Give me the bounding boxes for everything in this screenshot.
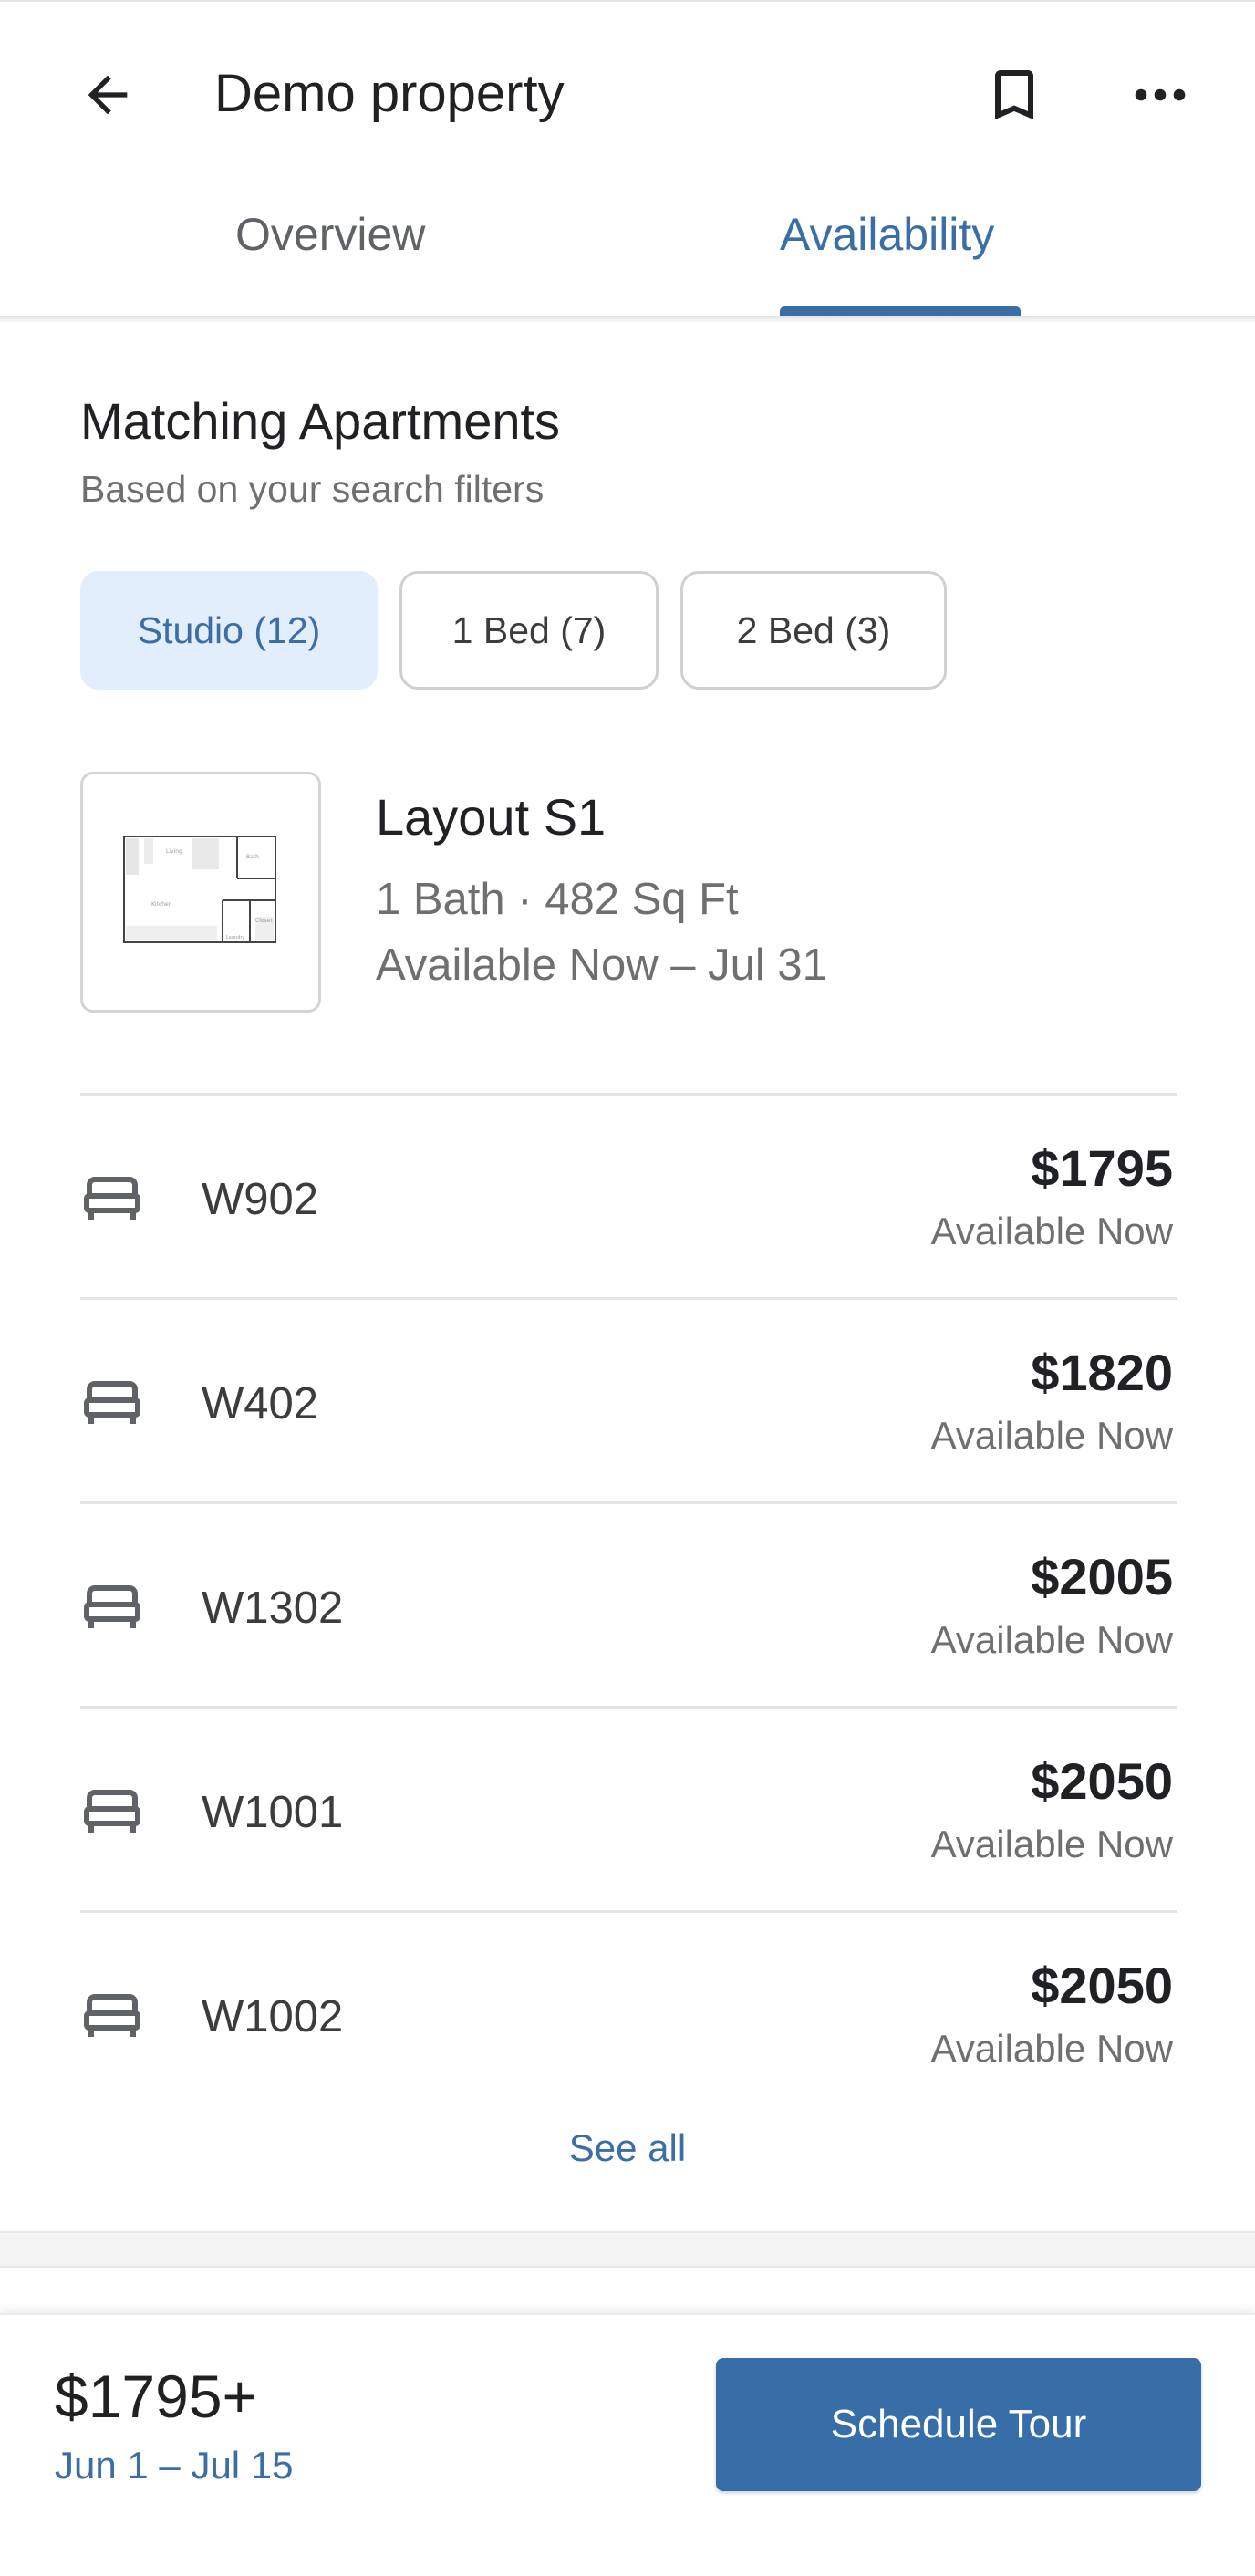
unit-status: Available Now [930,1210,1173,1252]
unit-row[interactable]: W1302 $2005 Available Now [80,1501,1177,1706]
starting-price: $1795+ [55,2363,258,2430]
back-arrow-icon [88,75,128,115]
layout-details: 1 Bath · 482 Sq Ft [376,875,739,924]
unit-name: W902 [202,1175,319,1224]
svg-text:Laundry: Laundry [226,935,244,940]
bed-icon [80,1575,144,1639]
unit-name: W1001 [202,1788,344,1837]
filter-chip-1-bed[interactable]: 1 Bed (7) [399,571,659,690]
bed-icon [80,1780,144,1844]
unit-row[interactable]: W1001 $2050 Available Now [80,1706,1177,1910]
unit-status: Available Now [930,1618,1173,1661]
unit-price: $2050 [1031,1752,1173,1810]
floorplan-thumbnail[interactable]: Living Bath Kitchen Closet Laundry [80,772,321,1013]
active-tab-indicator [780,306,1021,316]
bookmark-button[interactable] [969,49,1060,140]
app-bar: Demo property [0,2,1255,184]
date-range[interactable]: Jun 1 – Jul 15 [55,2446,294,2485]
svg-text:Closet: Closet [255,918,273,924]
section-subtitle: Based on your search filters [80,468,545,510]
tab-overview[interactable]: Overview [235,212,425,257]
unit-name: W402 [202,1379,319,1428]
more-options-button[interactable] [1115,49,1206,140]
bottom-bar: $1795+ Jun 1 – Jul 15 Schedule Tour [0,2313,1255,2576]
unit-row[interactable]: W1002 $2050 Available Now [80,1910,1177,2114]
unit-price: $2005 [1031,1548,1173,1605]
unit-price: $1820 [1031,1344,1173,1401]
see-all-link[interactable]: See all [0,2129,1255,2167]
section-title: Matching Apartments [80,392,561,450]
filter-chip-2-bed[interactable]: 2 Bed (3) [680,571,947,690]
layout-availability: Available Now – Jul 31 [376,940,827,990]
unit-list: W902 $1795 Available Now W402 $1820 Avai… [80,1093,1177,2114]
back-button[interactable] [62,49,153,140]
floorplan-image: Living Bath Kitchen Closet Laundry [123,836,276,943]
unit-name: W1002 [202,1992,344,2041]
bed-icon [80,1167,144,1231]
more-horizontal-icon [1135,88,1186,101]
svg-text:Living: Living [166,848,182,855]
tab-bar-shadow [0,316,1255,323]
svg-text:Bath: Bath [246,854,259,860]
unit-row[interactable]: W902 $1795 Available Now [80,1093,1177,1297]
unit-price: $1795 [1031,1139,1173,1197]
bookmark-icon [995,70,1033,119]
bed-icon [80,1371,144,1435]
section-divider [0,2231,1255,2268]
layout-name: Layout S1 [376,788,607,846]
unit-price: $2050 [1031,1957,1173,2014]
tab-availability[interactable]: Availability [780,212,994,257]
tab-bar: Overview Availability [0,184,1255,316]
unit-name: W1302 [202,1584,344,1633]
page-title: Demo property [214,64,565,123]
unit-row[interactable]: W402 $1820 Available Now [80,1297,1177,1501]
filter-chip-studio[interactable]: Studio (12) [80,571,378,690]
svg-text:Kitchen: Kitchen [151,901,172,908]
bed-icon [80,1984,144,2048]
unit-status: Available Now [930,1823,1173,1865]
unit-status: Available Now [930,1414,1173,1457]
schedule-tour-button[interactable]: Schedule Tour [716,2358,1201,2491]
unit-status: Available Now [930,2027,1173,2070]
